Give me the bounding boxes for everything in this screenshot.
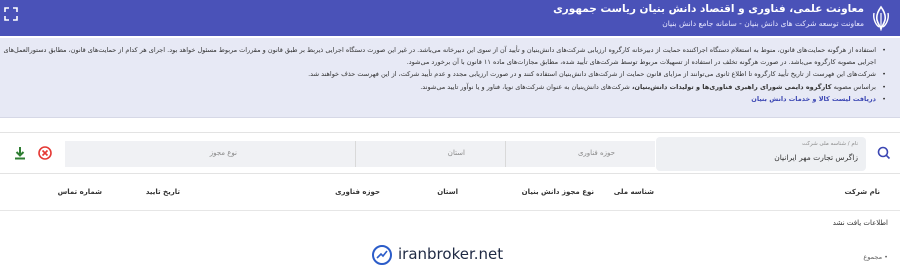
province-filter[interactable]: استان [355, 141, 505, 167]
notice-item: براساس مصوبه کارگروه دایمی شورای راهبری … [1, 81, 886, 93]
permit-type-filter[interactable]: نوع مجوز [65, 141, 355, 167]
company-field-value[interactable]: زاگرس تجارت مهر ایرانیان [774, 153, 858, 162]
company-search-field[interactable]: نام / شناسه ملی شرکت زاگرس تجارت مهر ایر… [656, 137, 866, 171]
province-filter-placeholder: استان [447, 149, 465, 157]
header-title: معاونت علمی، فناوری و اقتصاد دانش بنیان … [553, 3, 864, 15]
watermark: iranbroker.net [372, 243, 503, 269]
domain-filter-placeholder: حوزه فناوری [577, 149, 615, 157]
company-field-label: نام / شناسه ملی شرکت [802, 141, 858, 147]
download-products-link[interactable]: دریافت لیست کالا و خدمات دانش بنیان [751, 95, 876, 103]
download-icon[interactable] [12, 145, 28, 161]
header-subtitle: معاونت توسعه شرکت های دانش بنیان - سامان… [662, 19, 864, 28]
notice-list: استفاده از هرگونه حمایت‌های قانون، منوط … [1, 44, 886, 105]
watermark-text: iranbroker.net [398, 245, 504, 263]
col-tech-domain[interactable]: حوزه فناوری [335, 188, 380, 196]
notice-text: براساس مصوبه [833, 82, 876, 91]
notice-panel: استفاده از هرگونه حمایت‌های قانون، منوط … [0, 38, 900, 118]
col-approval-date[interactable]: تاریخ تایید [146, 188, 180, 196]
search-icon[interactable] [868, 139, 900, 169]
clear-icon[interactable] [38, 146, 52, 160]
app-header: معاونت علمی، فناوری و اقتصاد دانش بنیان … [0, 0, 900, 36]
empty-state-text: اطلاعات یافت نشد [832, 219, 888, 227]
permit-filter-placeholder: نوع مجوز [209, 149, 237, 157]
iranbroker-logo-icon [372, 245, 392, 265]
notice-item: استفاده از هرگونه حمایت‌های قانون، منوط … [1, 44, 886, 68]
search-bar: نام / شناسه ملی شرکت زاگرس تجارت مهر ایر… [0, 132, 900, 174]
fullscreen-icon[interactable] [4, 7, 18, 21]
col-national-id[interactable]: شناسه ملی [614, 188, 654, 196]
notice-text: شرکت‌های دانش‌بنیان به عنوان شرکت‌های نو… [420, 82, 630, 91]
col-province[interactable]: استان [437, 188, 458, 196]
notice-item: شرکت‌های این فهرست از تاریخ تأیید کارگرو… [1, 68, 886, 80]
col-permit-type[interactable]: نوع مجوز دانش بنیان [522, 188, 594, 196]
results-table-header: نام شرکت شناسه ملی نوع مجوز دانش بنیان ا… [0, 186, 900, 204]
domain-filter[interactable]: حوزه فناوری [505, 141, 655, 167]
notice-bold-text: کارگروه دایمی شورای راهبری فناوری‌ها و ت… [631, 82, 832, 91]
total-count: • مجموع [863, 253, 888, 261]
iran-emblem-icon [873, 5, 889, 31]
col-phone[interactable]: شماره تماس [58, 188, 102, 196]
table-divider [0, 210, 900, 211]
col-company-name[interactable]: نام شرکت [844, 188, 880, 196]
notice-item: دریافت لیست کالا و خدمات دانش بنیان [1, 93, 886, 105]
